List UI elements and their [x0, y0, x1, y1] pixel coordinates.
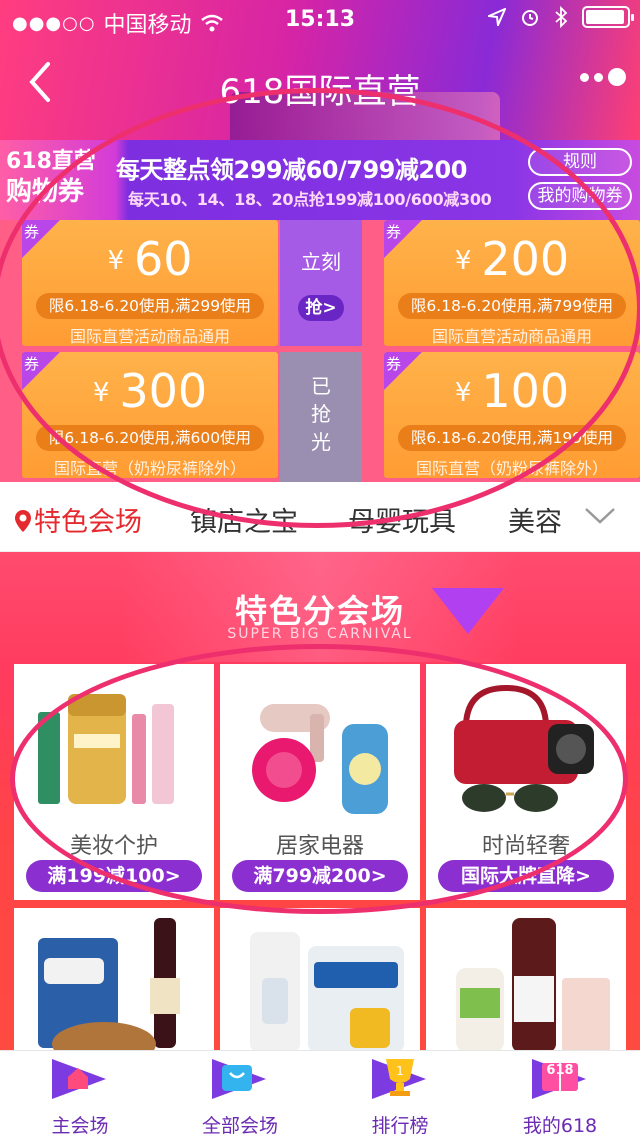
tab-main-venue[interactable]: 主会场: [0, 1051, 160, 1136]
status-bar: ●●●○○ 中国移动 15:13: [0, 0, 640, 40]
trophy-icon: 1: [372, 1059, 426, 1099]
venue-card-food[interactable]: [14, 908, 214, 1050]
card-title: 美妆个护: [69, 834, 158, 859]
card-deal-button[interactable]: 满799减200>: [232, 860, 408, 892]
card-deal-button[interactable]: 满199减100>: [26, 860, 202, 892]
card-title: 居家电器: [275, 834, 364, 859]
coupon-amount: 60: [134, 232, 193, 286]
tab-featured[interactable]: 特色会场: [14, 500, 142, 539]
battery-icon: [582, 6, 634, 28]
beauty-products-image: [38, 694, 174, 804]
home-icon: [52, 1059, 106, 1099]
tab-beauty[interactable]: 美容: [508, 500, 562, 539]
coupon-card[interactable]: 券 ¥200 限6.18-6.20使用,满799使用 国际直营活动商品通用: [384, 220, 640, 346]
bottom-tab-bar: 主会场 全部会场 1 排行榜 618 我的618: [0, 1050, 640, 1136]
rules-button[interactable]: 规则: [528, 148, 632, 176]
navigation-bar: 618国际直营: [0, 40, 640, 130]
svg-text:1: 1: [396, 1064, 404, 1078]
my-coupons-button[interactable]: 我的购物券: [528, 182, 632, 210]
grab-label: 立刻: [301, 250, 341, 274]
coupon-amount: 300: [119, 364, 208, 418]
tab-my-618[interactable]: 618 我的618: [480, 1051, 640, 1136]
my-618-badge: 618: [546, 1063, 574, 1078]
food-products-image: [38, 918, 180, 1050]
location-pin-icon: [15, 510, 31, 532]
coupon-scope: 国际直营（奶粉尿裤除外）: [53, 459, 246, 478]
coupon-amount: 200: [481, 232, 570, 286]
coupon-limit: 限6.18-6.20使用,满600使用: [36, 425, 264, 451]
currency-symbol: ¥: [454, 378, 472, 408]
currency-symbol: ¥: [92, 378, 110, 408]
location-arrow-icon: [488, 8, 506, 26]
card-title: 时尚轻奢: [481, 834, 570, 859]
page-title: 618国际直营: [219, 72, 421, 112]
currency-symbol: ¥: [454, 246, 472, 276]
health-products-image: [456, 918, 610, 1050]
coupon-amount: 100: [481, 364, 570, 418]
coupon-grid: 券 ¥60 限6.18-6.20使用,满299使用 国际直营活动商品通用 立刻 …: [0, 220, 640, 482]
shopping-bag-icon: [212, 1059, 266, 1099]
tab-all-venues[interactable]: 全部会场: [160, 1051, 320, 1136]
category-tabs: 特色会场 镇店之宝 母婴玩具 美容: [0, 482, 640, 552]
baby-products-image: [250, 932, 404, 1050]
sold-out-panel: 已 抢 光: [280, 352, 362, 482]
alarm-icon: [522, 10, 538, 26]
currency-symbol: ¥: [107, 246, 124, 276]
fashion-products-image: [454, 684, 594, 812]
bluetooth-icon: [555, 6, 568, 28]
coupon-banner-badge: 618直营 购物券: [6, 149, 96, 207]
venue-card-beauty[interactable]: 美妆个护 满199减100>: [14, 664, 214, 900]
coupon-scope: 国际直营（奶粉尿裤除外）: [415, 459, 608, 478]
venue-card-appliances[interactable]: 居家电器 满799减200>: [220, 664, 420, 900]
tab-store-treasures[interactable]: 镇店之宝: [190, 500, 298, 539]
grab-button[interactable]: 抢>: [298, 295, 344, 321]
coupon-card[interactable]: 券 ¥100 限6.18-6.20使用,满199使用 国际直营（奶粉尿裤除外）: [384, 352, 640, 478]
coupon-banner-subline: 每天10、14、18、20点抢199减100/600减300: [128, 190, 492, 209]
coupon-banner-headline: 每天整点领299减60/799减200: [116, 156, 467, 184]
chevron-down-icon[interactable]: [582, 500, 618, 530]
grab-coupon-panel[interactable]: 立刻 抢>: [280, 220, 362, 346]
featured-venue-section: 特色分会场 SUPER BIG CARNIVAL 美妆个护 满199减100> …: [0, 552, 640, 1050]
coupon-card[interactable]: 券 ¥60 限6.18-6.20使用,满299使用 国际直营活动商品通用: [22, 220, 278, 346]
venue-card-fashion[interactable]: 时尚轻奢 国际大牌直降>: [426, 664, 626, 900]
coupon-limit: 限6.18-6.20使用,满799使用: [398, 293, 626, 319]
coupon-limit: 限6.18-6.20使用,满299使用: [36, 293, 264, 319]
coupon-card[interactable]: 券 ¥300 限6.18-6.20使用,满600使用 国际直营（奶粉尿裤除外）: [22, 352, 278, 478]
coupon-scope: 国际直营活动商品通用: [69, 327, 230, 346]
coupon-banner: 618直营 购物券 每天整点领299减60/799减200 每天10、14、18…: [0, 140, 640, 220]
gift-icon: [532, 1059, 586, 1099]
venue-card-baby[interactable]: [220, 908, 420, 1050]
appliances-image: [252, 704, 388, 814]
tab-rankings[interactable]: 1 排行榜: [320, 1051, 480, 1136]
coupon-limit: 限6.18-6.20使用,满199使用: [398, 425, 626, 451]
card-deal-button[interactable]: 国际大牌直降>: [438, 860, 614, 892]
coupon-scope: 国际直营活动商品通用: [431, 327, 592, 346]
tab-mother-baby-toys[interactable]: 母婴玩具: [348, 500, 456, 539]
venue-card-health[interactable]: [426, 908, 626, 1050]
more-options-icon[interactable]: [580, 68, 626, 86]
section-subtitle: SUPER BIG CARNIVAL: [227, 626, 413, 642]
